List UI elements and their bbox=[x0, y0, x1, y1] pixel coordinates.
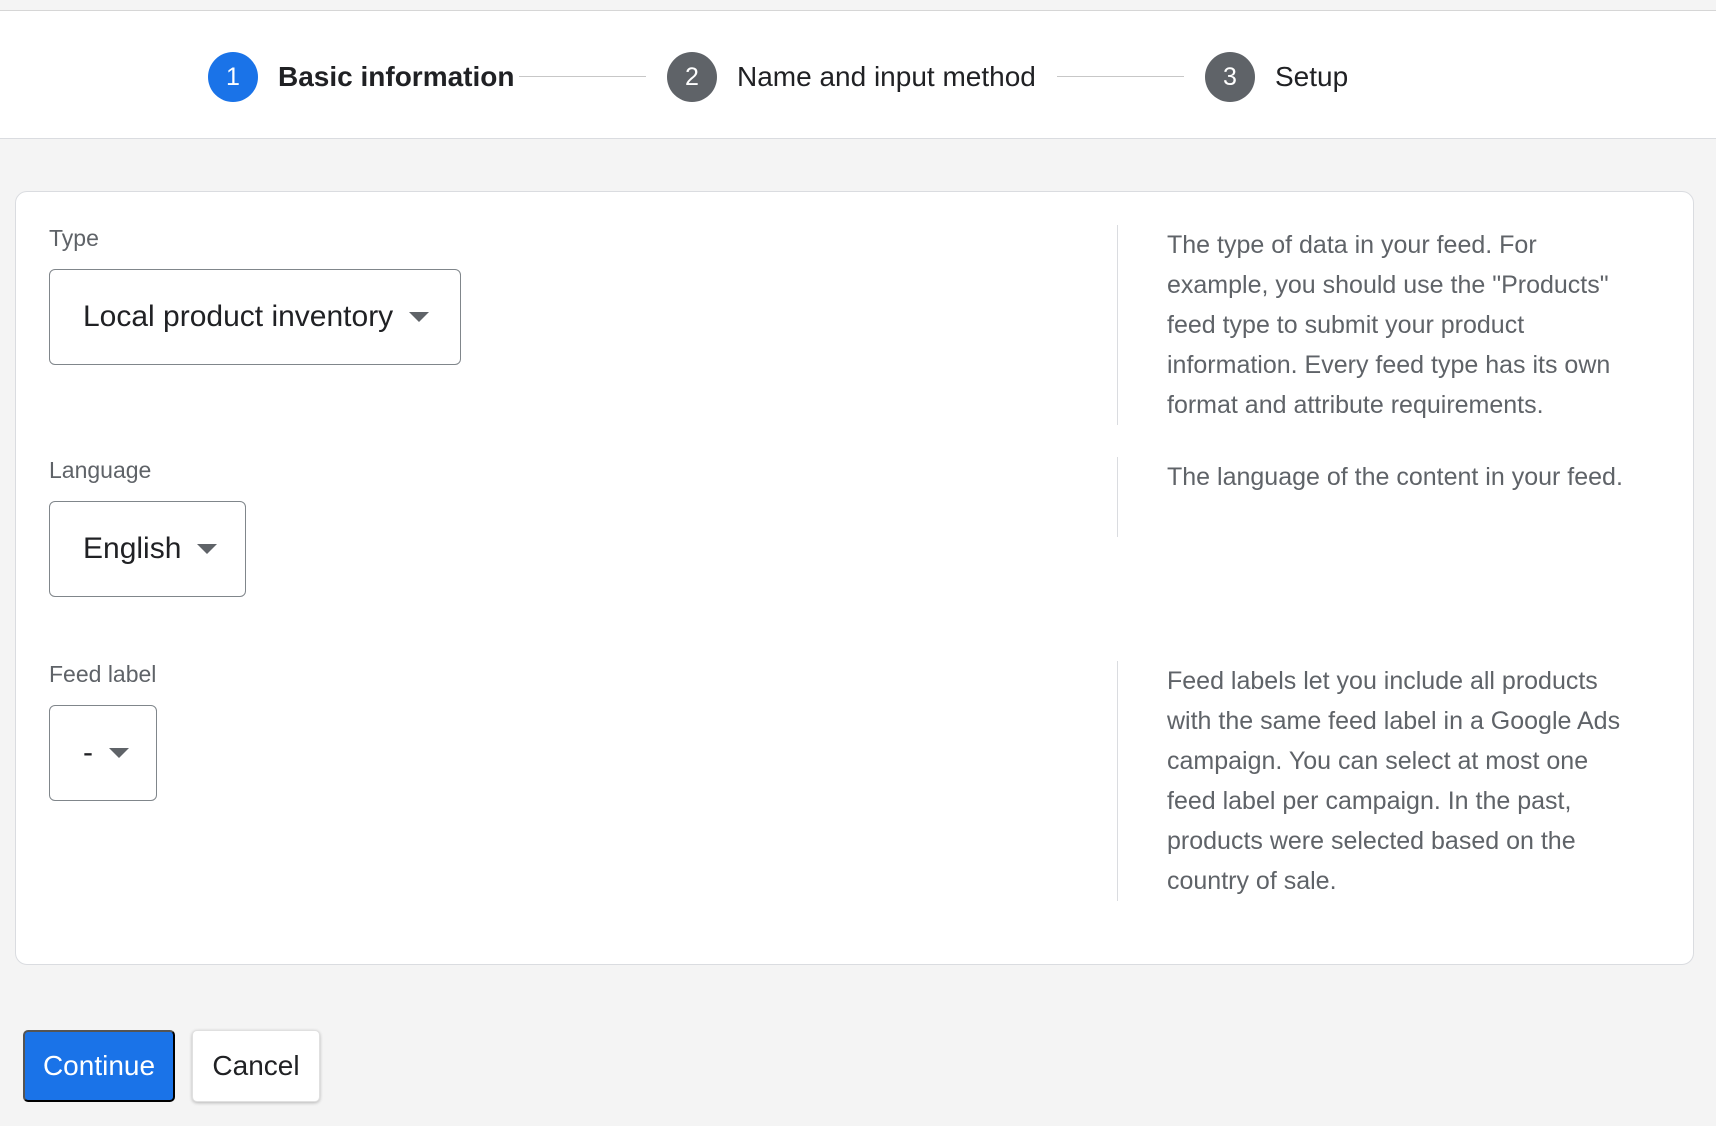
step-label: Basic information bbox=[278, 61, 515, 92]
step-connector bbox=[519, 76, 646, 77]
step-connector bbox=[1057, 76, 1184, 77]
step-number-badge: 1 bbox=[208, 52, 258, 102]
continue-button[interactable]: Continue bbox=[23, 1030, 175, 1102]
language-select-value: English bbox=[83, 532, 182, 565]
step-name-and-input-method[interactable]: 2 Name and input method bbox=[667, 52, 1036, 102]
type-label: Type bbox=[49, 225, 99, 251]
help-divider bbox=[1117, 661, 1118, 901]
language-label: Language bbox=[49, 457, 152, 483]
step-label: Setup bbox=[1275, 61, 1349, 92]
type-select-value: Local product inventory bbox=[83, 300, 394, 333]
feed-label-select-value: - bbox=[83, 736, 93, 769]
dropdown-arrow-icon bbox=[409, 312, 430, 322]
step-label: Name and input method bbox=[737, 61, 1036, 92]
dropdown-arrow-icon bbox=[109, 748, 129, 758]
cancel-button[interactable]: Cancel bbox=[192, 1030, 320, 1102]
type-select[interactable]: Local product inventory bbox=[49, 269, 461, 365]
step-setup[interactable]: 3 Setup bbox=[1205, 52, 1348, 102]
stepper: 1 Basic information 2 Name and input met… bbox=[0, 11, 1716, 139]
language-help-text: The language of the content in your feed… bbox=[1167, 463, 1623, 491]
step-basic-information[interactable]: 1 Basic information bbox=[208, 52, 514, 102]
feed-label-help-text: Feed labels let you include all products… bbox=[1167, 667, 1621, 895]
help-divider bbox=[1117, 457, 1118, 537]
language-select[interactable]: English bbox=[49, 501, 246, 597]
help-divider bbox=[1117, 225, 1118, 425]
step-number-badge: 3 bbox=[1205, 52, 1255, 102]
type-help-text: The type of data in your feed. For examp… bbox=[1167, 231, 1611, 419]
step-number-badge: 2 bbox=[667, 52, 717, 102]
dropdown-arrow-icon bbox=[197, 544, 218, 554]
feed-label-label: Feed label bbox=[49, 661, 157, 687]
basic-information-card: Type Local product inventory The type of… bbox=[15, 191, 1694, 965]
feed-label-select[interactable]: - bbox=[49, 705, 157, 801]
